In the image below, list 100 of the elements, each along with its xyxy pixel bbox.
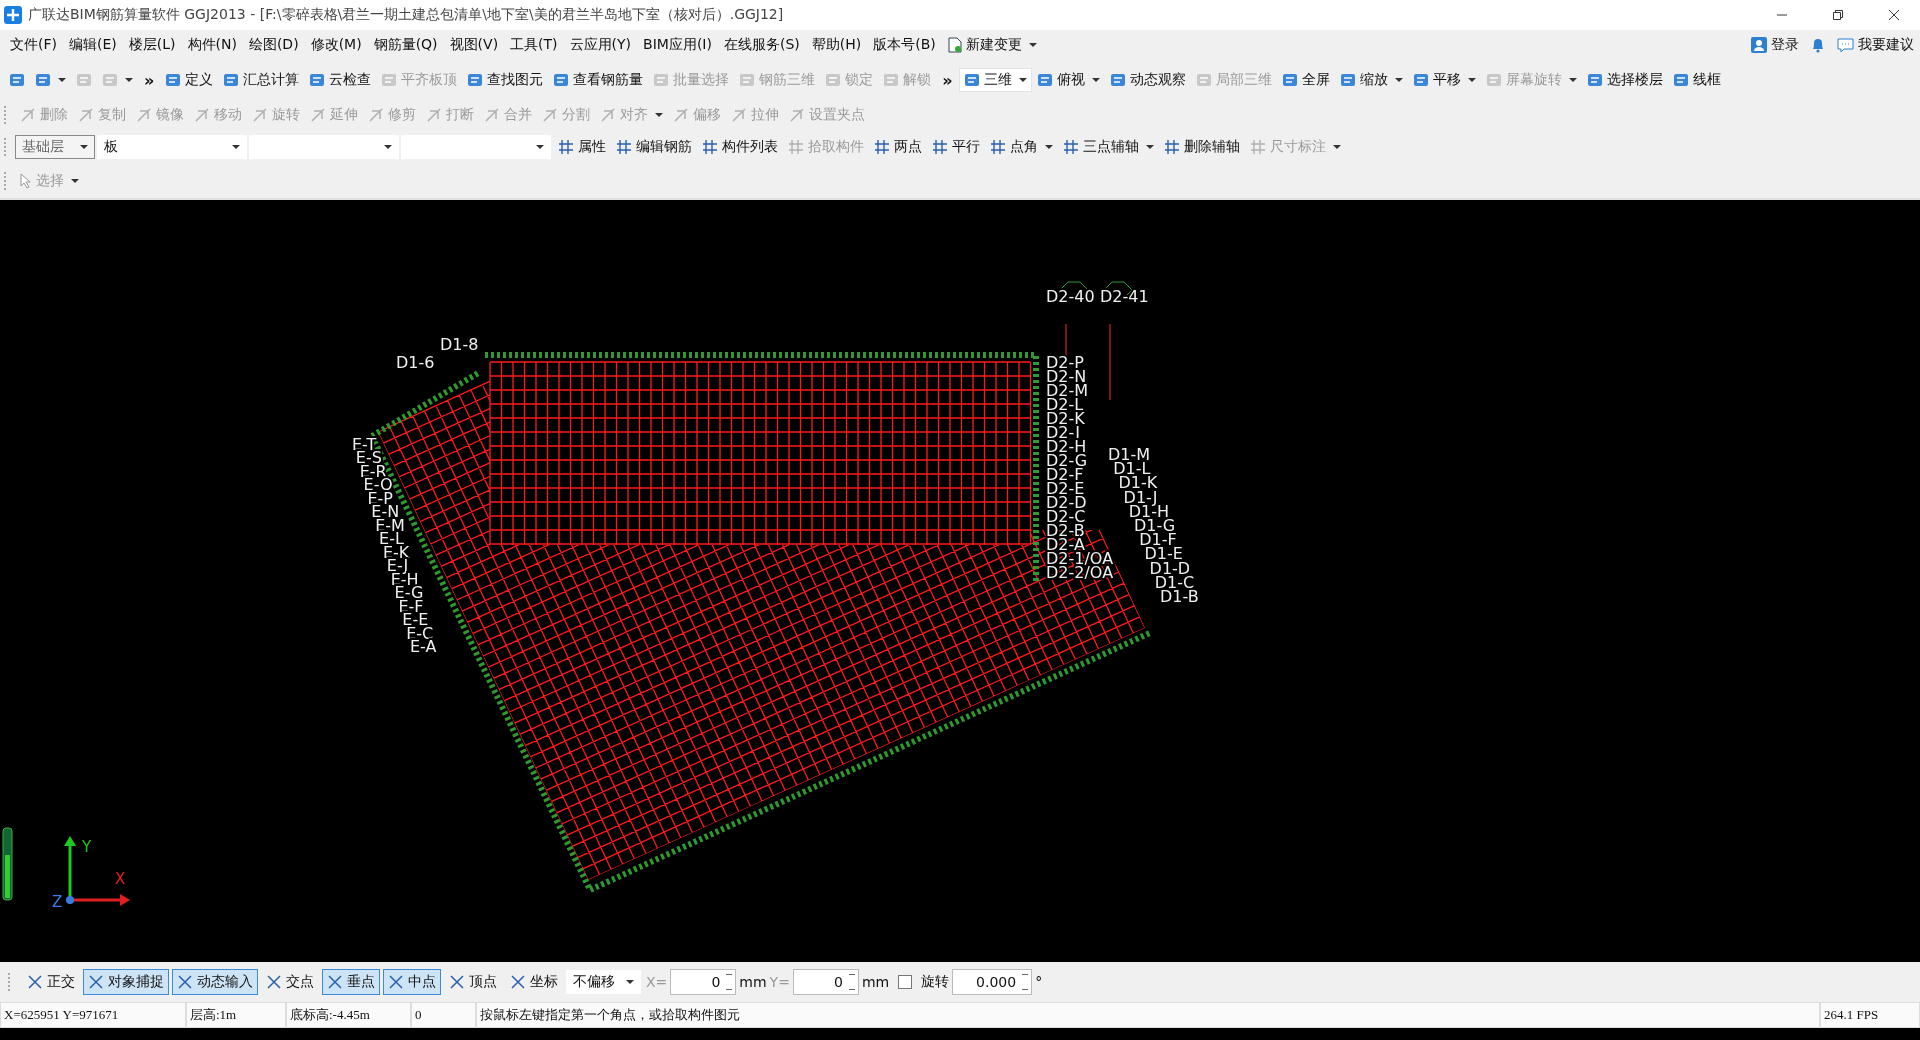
dropdown-field[interactable]: 板 <box>97 135 247 159</box>
tool-icon <box>136 107 152 123</box>
toolbar-button[interactable]: 构件列表 <box>697 135 783 159</box>
tool-icon <box>194 107 210 123</box>
tool-icon <box>426 107 442 123</box>
toolbar-grip[interactable] <box>4 106 9 124</box>
toolbar-button[interactable]: 线框 <box>1667 68 1726 92</box>
snap-toggle-button[interactable]: 动态输入 <box>172 969 258 995</box>
spinner-icon[interactable] <box>726 974 733 990</box>
toolbar-button[interactable]: 云检查 <box>304 68 377 92</box>
toolbar-button[interactable]: 查找图元 <box>462 68 549 92</box>
menu-item[interactable]: 版本号(B) <box>867 33 942 57</box>
caret-icon <box>232 145 240 149</box>
caret-icon <box>125 78 133 82</box>
toolbar-button[interactable]: 汇总计算 <box>218 68 305 92</box>
toolbar-button[interactable]: 属性 <box>553 135 611 159</box>
menu-item[interactable]: 修改(M) <box>304 33 368 57</box>
login-button[interactable]: 登录 <box>1745 33 1805 57</box>
toolbar-button[interactable]: 编辑钢筋 <box>611 135 697 159</box>
toolbar-button[interactable]: 删除辅轴 <box>1159 135 1245 159</box>
menu-item[interactable]: 构件(N) <box>181 33 243 57</box>
toolbar-button[interactable]: 点角 <box>985 135 1058 159</box>
coordinates-text: X=625951 Y=971671 <box>0 1002 186 1028</box>
toolbar-button[interactable]: 缩放 <box>1334 68 1408 92</box>
caret-icon <box>536 145 544 149</box>
menu-item[interactable]: BIM应用(I) <box>637 33 718 57</box>
menu-item[interactable]: 云应用(Y) <box>563 33 638 57</box>
toolbar-button[interactable]: 平行 <box>927 135 985 159</box>
snap-toggle-button[interactable]: 顶点 <box>444 969 502 995</box>
snap-toggle-button[interactable]: 坐标 <box>505 969 563 995</box>
toolbar-button[interactable]: 定义 <box>160 68 219 92</box>
tool-icon <box>673 107 689 123</box>
toolbar-button[interactable]: 平移 <box>1407 68 1481 92</box>
angle-input-field[interactable]: 0.000 <box>952 969 1033 995</box>
toolbar-button[interactable]: 三点辅轴 <box>1058 135 1159 159</box>
tool-icon <box>1672 72 1689 88</box>
toolbar-button[interactable]: 选择楼层 <box>1581 68 1668 92</box>
toolbar-button[interactable]: 俯视 <box>1031 68 1105 92</box>
menu-item[interactable]: 工具(T) <box>504 33 564 57</box>
overflow-chevron[interactable]: » <box>936 70 959 90</box>
spinner-icon[interactable] <box>1022 974 1029 990</box>
window-title: 广联达BIM钢筋算量软件 GGJ2013 - [F:\零碎表格\君兰一期土建总包清单\地下室\美的君兰半岛地下室（核对后）.GGJ12] <box>28 6 784 24</box>
y-input-field[interactable]: 0 <box>792 969 859 995</box>
unit-label: mm <box>739 974 767 990</box>
toolbar-button[interactable]: 查看钢筋量 <box>548 68 649 92</box>
tool-icon <box>932 139 948 155</box>
menu-item[interactable]: 视图(V) <box>443 33 505 57</box>
feedback-button[interactable]: 我要建议 <box>1831 33 1920 57</box>
tool-icon <box>1339 72 1356 88</box>
menu-item[interactable]: 钢筋量(Q) <box>367 33 444 57</box>
snap-toggle-button[interactable]: 对象捕捉 <box>83 969 169 995</box>
toolbar-grip[interactable] <box>4 172 9 190</box>
new-change-button[interactable]: 新建变更 <box>941 33 1043 57</box>
dropdown-field[interactable] <box>401 135 551 159</box>
menu-item[interactable]: 在线服务(S) <box>717 33 806 57</box>
toolbar-button[interactable]: 动态观察 <box>1104 68 1191 92</box>
snap-icon <box>27 974 43 990</box>
caret-icon <box>1091 78 1100 82</box>
axis-label: D2-40 <box>1046 287 1095 306</box>
toolbar-grip[interactable] <box>4 138 9 156</box>
tool-icon <box>165 72 182 88</box>
menu-item[interactable]: 楼层(L) <box>122 33 182 57</box>
tool-icon <box>381 72 398 88</box>
snap-icon <box>177 974 193 990</box>
x-input-field[interactable]: 0 <box>670 969 737 995</box>
axis-label: D1-6 <box>396 353 435 372</box>
user-icon <box>1751 37 1767 53</box>
tool-icon <box>1281 72 1298 88</box>
menu-item[interactable]: 文件(F) <box>4 33 63 57</box>
tool-icon <box>102 72 118 88</box>
snap-toggle-button[interactable]: 垂点 <box>322 969 380 995</box>
tool-icon <box>1109 72 1126 88</box>
rotate-checkbox[interactable] <box>898 975 913 989</box>
snap-toggle-button[interactable]: 中点 <box>383 969 441 995</box>
menu-item[interactable]: 绘图(D) <box>242 33 305 57</box>
tool-icon <box>223 72 240 88</box>
app-logo-icon <box>4 6 22 24</box>
snap-toggle-button[interactable]: 交点 <box>261 969 319 995</box>
restore-icon[interactable] <box>1832 9 1844 21</box>
overflow-chevron[interactable]: » <box>138 70 161 90</box>
tool-icon <box>1485 72 1502 88</box>
snap-toggle-button[interactable]: 正交 <box>22 969 80 995</box>
toolbar-button[interactable]: 全屏 <box>1276 68 1335 92</box>
caret-icon <box>80 145 88 149</box>
tool-icon <box>883 72 900 88</box>
tool-icon <box>558 139 574 155</box>
cursor-icon <box>20 173 32 189</box>
caret-icon <box>626 980 634 984</box>
spinner-icon[interactable] <box>848 974 855 990</box>
tool-icon <box>368 107 384 123</box>
toolbar-button[interactable]: 三维 <box>958 68 1032 92</box>
menu-item[interactable]: 编辑(E) <box>63 33 123 57</box>
tool-icon <box>702 139 718 155</box>
bell-icon[interactable] <box>1811 37 1825 53</box>
offset-dropdown[interactable]: 不偏移 <box>566 970 641 994</box>
menu-item[interactable]: 帮助(H) <box>805 33 868 57</box>
close-icon[interactable] <box>1888 9 1900 21</box>
toolbar-button[interactable]: 两点 <box>869 135 927 159</box>
dropdown-field[interactable] <box>249 135 399 159</box>
toolbar-grip[interactable] <box>8 973 13 991</box>
